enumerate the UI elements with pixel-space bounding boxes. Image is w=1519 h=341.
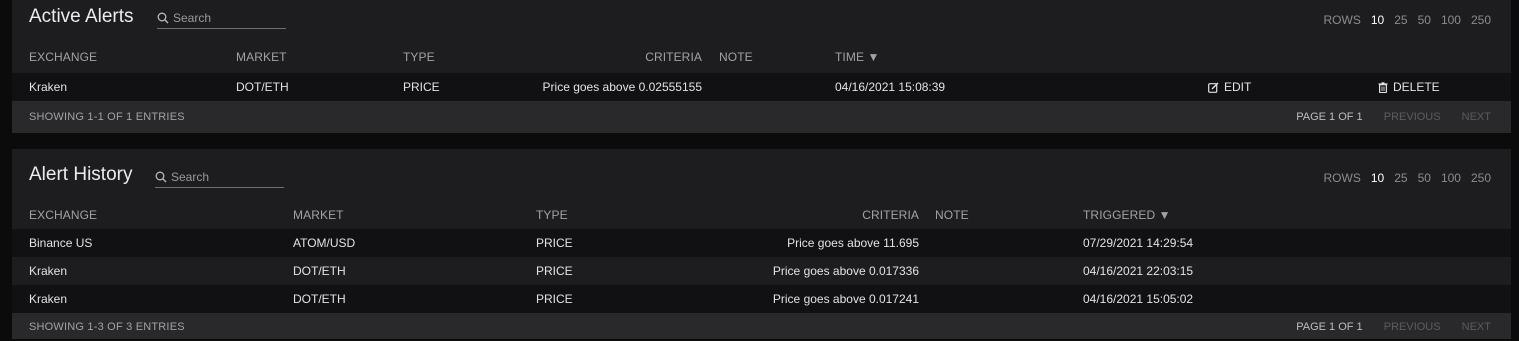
active-alerts-search[interactable] — [157, 8, 286, 29]
rows-option-250[interactable]: 250 — [1471, 13, 1491, 27]
search-icon — [157, 12, 169, 24]
cell-type: PRICE — [536, 292, 573, 306]
edit-icon — [1208, 82, 1219, 93]
rows-option-25[interactable]: 25 — [1394, 13, 1407, 27]
alert-history-search[interactable] — [155, 167, 284, 188]
column-header-note[interactable]: NOTE — [935, 208, 969, 222]
rows-option-10[interactable]: 10 — [1371, 171, 1384, 185]
active-alerts-rows-selector: ROWS 10 25 50 100 250 — [1324, 13, 1491, 27]
rows-option-25[interactable]: 25 — [1394, 171, 1407, 185]
rows-label: ROWS — [1323, 13, 1361, 27]
search-icon — [155, 171, 167, 183]
column-header-type[interactable]: TYPE — [536, 208, 568, 222]
cell-market: DOT/ETH — [236, 80, 289, 94]
alert-history-rows-selector: ROWS 10 25 50 100 250 — [1324, 171, 1491, 185]
cell-exchange: Kraken — [29, 80, 68, 94]
cell-triggered: 04/16/2021 22:03:15 — [1083, 264, 1194, 278]
rows-option-100[interactable]: 100 — [1441, 13, 1461, 27]
cell-exchange: Kraken — [29, 292, 68, 306]
column-header-market[interactable]: MARKET — [236, 50, 287, 64]
alert-history-footer: SHOWING 1-3 OF 3 ENTRIES PAGE 1 OF 1 PRE… — [12, 313, 1511, 339]
cell-criteria: Price goes above 0.02555155 — [542, 80, 702, 94]
cell-market: ATOM/USD — [293, 236, 356, 250]
active-alerts-search-input[interactable] — [173, 11, 283, 25]
active-alerts-panel: Active Alerts ROWS 10 25 50 100 250 EXCH… — [12, 0, 1511, 133]
cell-type: PRICE — [536, 236, 573, 250]
cell-exchange: Kraken — [29, 264, 68, 278]
cell-exchange: Binance US — [29, 236, 93, 250]
pagination: PAGE 1 OF 1 PREVIOUS NEXT — [1296, 313, 1491, 341]
page-indicator: PAGE 1 OF 1 — [1296, 321, 1363, 333]
column-header-criteria[interactable]: CRITERIA — [819, 208, 919, 222]
column-header-note[interactable]: NOTE — [719, 50, 753, 64]
entries-info: SHOWING 1-3 OF 3 ENTRIES — [29, 321, 185, 333]
active-alerts-title: Active Alerts — [29, 6, 134, 27]
cell-market: DOT/ETH — [293, 264, 346, 278]
previous-button[interactable]: PREVIOUS — [1384, 111, 1441, 123]
table-row: Kraken DOT/ETH PRICE Price goes above 0.… — [12, 73, 1511, 101]
rows-option-50[interactable]: 50 — [1418, 171, 1431, 185]
column-header-exchange[interactable]: EXCHANGE — [29, 208, 97, 222]
entries-info: SHOWING 1-1 OF 1 ENTRIES — [29, 111, 185, 123]
table-row: Kraken DOT/ETH PRICE Price goes above 0.… — [12, 257, 1511, 285]
rows-label: ROWS — [1323, 171, 1361, 185]
column-header-type[interactable]: TYPE — [403, 50, 435, 64]
alert-history-title: Alert History — [29, 164, 133, 185]
alert-history-panel: Alert History ROWS 10 25 50 100 250 EXCH… — [12, 149, 1511, 339]
cell-time: 04/16/2021 15:08:39 — [835, 80, 946, 94]
delete-button[interactable]: DELETE — [1378, 73, 1440, 101]
previous-button[interactable]: PREVIOUS — [1384, 321, 1441, 333]
trash-icon — [1378, 81, 1388, 93]
column-header-criteria[interactable]: CRITERIA — [602, 50, 702, 64]
rows-option-100[interactable]: 100 — [1441, 171, 1461, 185]
column-header-exchange[interactable]: EXCHANGE — [29, 50, 97, 64]
pagination: PAGE 1 OF 1 PREVIOUS NEXT — [1296, 101, 1491, 133]
edit-label: EDIT — [1224, 80, 1252, 94]
cell-criteria: Price goes above 11.695 — [787, 236, 919, 250]
column-header-time[interactable]: TIME ▼ — [835, 50, 879, 64]
delete-label: DELETE — [1393, 80, 1440, 94]
next-button[interactable]: NEXT — [1462, 111, 1491, 123]
next-button[interactable]: NEXT — [1462, 321, 1491, 333]
page-indicator: PAGE 1 OF 1 — [1296, 111, 1363, 123]
rows-option-250[interactable]: 250 — [1471, 171, 1491, 185]
column-header-triggered[interactable]: TRIGGERED ▼ — [1083, 208, 1171, 222]
cell-criteria: Price goes above 0.017241 — [772, 292, 919, 306]
cell-type: PRICE — [403, 80, 440, 94]
cell-triggered: 04/16/2021 15:05:02 — [1083, 292, 1194, 306]
column-header-market[interactable]: MARKET — [293, 208, 344, 222]
table-row: Binance US ATOM/USD PRICE Price goes abo… — [12, 229, 1511, 257]
cell-criteria: Price goes above 0.017336 — [772, 264, 919, 278]
cell-market: DOT/ETH — [293, 292, 346, 306]
active-alerts-footer: SHOWING 1-1 OF 1 ENTRIES PAGE 1 OF 1 PRE… — [12, 101, 1511, 133]
edit-button[interactable]: EDIT — [1208, 73, 1251, 101]
alert-history-search-input[interactable] — [171, 170, 281, 184]
rows-option-50[interactable]: 50 — [1418, 13, 1431, 27]
rows-option-10[interactable]: 10 — [1371, 13, 1384, 27]
table-row: Kraken DOT/ETH PRICE Price goes above 0.… — [12, 285, 1511, 313]
cell-triggered: 07/29/2021 14:29:54 — [1083, 236, 1194, 250]
cell-type: PRICE — [536, 264, 573, 278]
